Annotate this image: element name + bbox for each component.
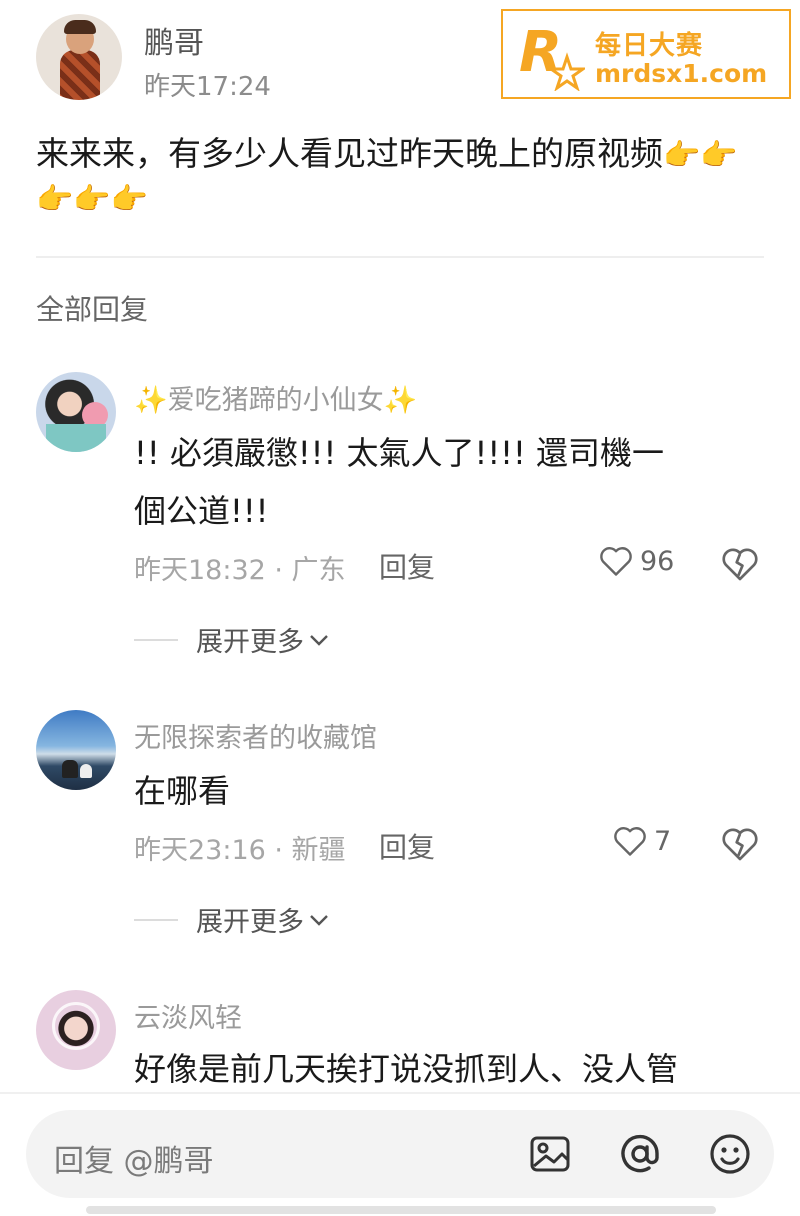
- pointing-right-emoji: 👉: [73, 182, 111, 217]
- comment-item: 云淡风轻 好像是前几天挨打说没抓到人、没人管: [36, 990, 766, 1090]
- pointing-right-emoji: 👉: [700, 138, 738, 173]
- pointing-right-emoji: 👉: [36, 182, 74, 217]
- watermark: R 每日大赛 mrdsx1.com: [501, 9, 791, 99]
- heart-icon: [600, 547, 632, 576]
- image-icon[interactable]: [526, 1130, 574, 1178]
- chevron-down-icon: [310, 914, 328, 926]
- chevron-down-icon: [310, 634, 328, 646]
- comment-item: 无限探索者的收藏馆 在哪看 昨天23:16 · 新疆 回复 7 展开更多: [36, 710, 766, 940]
- reply-input[interactable]: 回复 @鹏哥: [26, 1110, 774, 1198]
- reply-placeholder: 回复 @鹏哥: [54, 1144, 214, 1179]
- comment-item: ✨爱吃猪蹄的小仙女✨ !! 必須嚴懲!!! 太氣人了!!!! 還司機一 個公道!…: [36, 372, 766, 672]
- home-indicator: [86, 1206, 716, 1214]
- commenter-avatar[interactable]: [36, 372, 116, 452]
- all-replies-header: 全部回复: [36, 293, 149, 326]
- heart-icon: [614, 827, 646, 856]
- comment-meta: 昨天23:16 · 新疆: [134, 835, 346, 866]
- post-text: 来来来，有多少人看见过昨天晚上的原视频: [36, 134, 663, 173]
- expand-more-button[interactable]: 展开更多: [134, 900, 330, 939]
- commenter-avatar[interactable]: [36, 710, 116, 790]
- post-time: 昨天17:24: [144, 72, 271, 102]
- like-count: 7: [654, 825, 672, 857]
- like-count: 96: [640, 545, 675, 577]
- emoji-icon[interactable]: [706, 1130, 754, 1178]
- watermark-title: 每日大赛: [595, 31, 704, 61]
- broken-heart-icon[interactable]: [720, 824, 760, 864]
- expand-line: [134, 918, 178, 921]
- pointing-right-emoji: 👉: [110, 182, 149, 217]
- commenter-name[interactable]: 云淡风轻: [134, 996, 242, 1035]
- divider: [36, 256, 764, 258]
- svg-text:R: R: [519, 20, 562, 85]
- broken-heart-icon[interactable]: [720, 544, 760, 584]
- post-content: 来来来，有多少人看见过昨天晚上的原视频👉👉 👉👉👉: [36, 132, 766, 220]
- watermark-logo: R: [519, 20, 585, 91]
- expand-more-button[interactable]: 展开更多: [134, 620, 330, 659]
- comment-text-line: 好像是前几天挨打说没抓到人、没人管: [134, 1050, 679, 1088]
- pointing-right-emoji: 👉: [663, 138, 701, 173]
- comment-text-line: !! 必須嚴懲!!! 太氣人了!!!! 還司機一: [134, 434, 664, 472]
- comment-meta: 昨天18:32 · 广东: [134, 555, 346, 586]
- commenter-name[interactable]: 无限探索者的收藏馆: [134, 716, 377, 755]
- expand-label: 展开更多: [196, 907, 304, 938]
- reply-button[interactable]: 回复: [379, 826, 435, 866]
- reply-button[interactable]: 回复: [379, 546, 435, 586]
- comment-text-line: 在哪看: [134, 772, 231, 810]
- comment-text: !! 必須嚴懲!!! 太氣人了!!!! 還司機一 個公道!!!: [134, 424, 754, 540]
- expand-label: 展开更多: [196, 627, 304, 658]
- watermark-url: mrdsx1.com: [595, 59, 768, 88]
- comment-text: 在哪看: [134, 762, 754, 820]
- like-button[interactable]: 96: [598, 544, 674, 578]
- comment-text: 好像是前几天挨打说没抓到人、没人管: [134, 1040, 754, 1098]
- commenter-name[interactable]: ✨爱吃猪蹄的小仙女✨: [134, 378, 417, 417]
- author-avatar[interactable]: [36, 14, 122, 100]
- post-author-name[interactable]: 鹏哥: [144, 18, 204, 62]
- like-button[interactable]: 7: [612, 824, 671, 858]
- expand-line: [134, 638, 178, 641]
- commenter-avatar[interactable]: [36, 990, 116, 1070]
- comment-text-line: 個公道!!!: [134, 492, 269, 530]
- at-icon[interactable]: [616, 1130, 664, 1178]
